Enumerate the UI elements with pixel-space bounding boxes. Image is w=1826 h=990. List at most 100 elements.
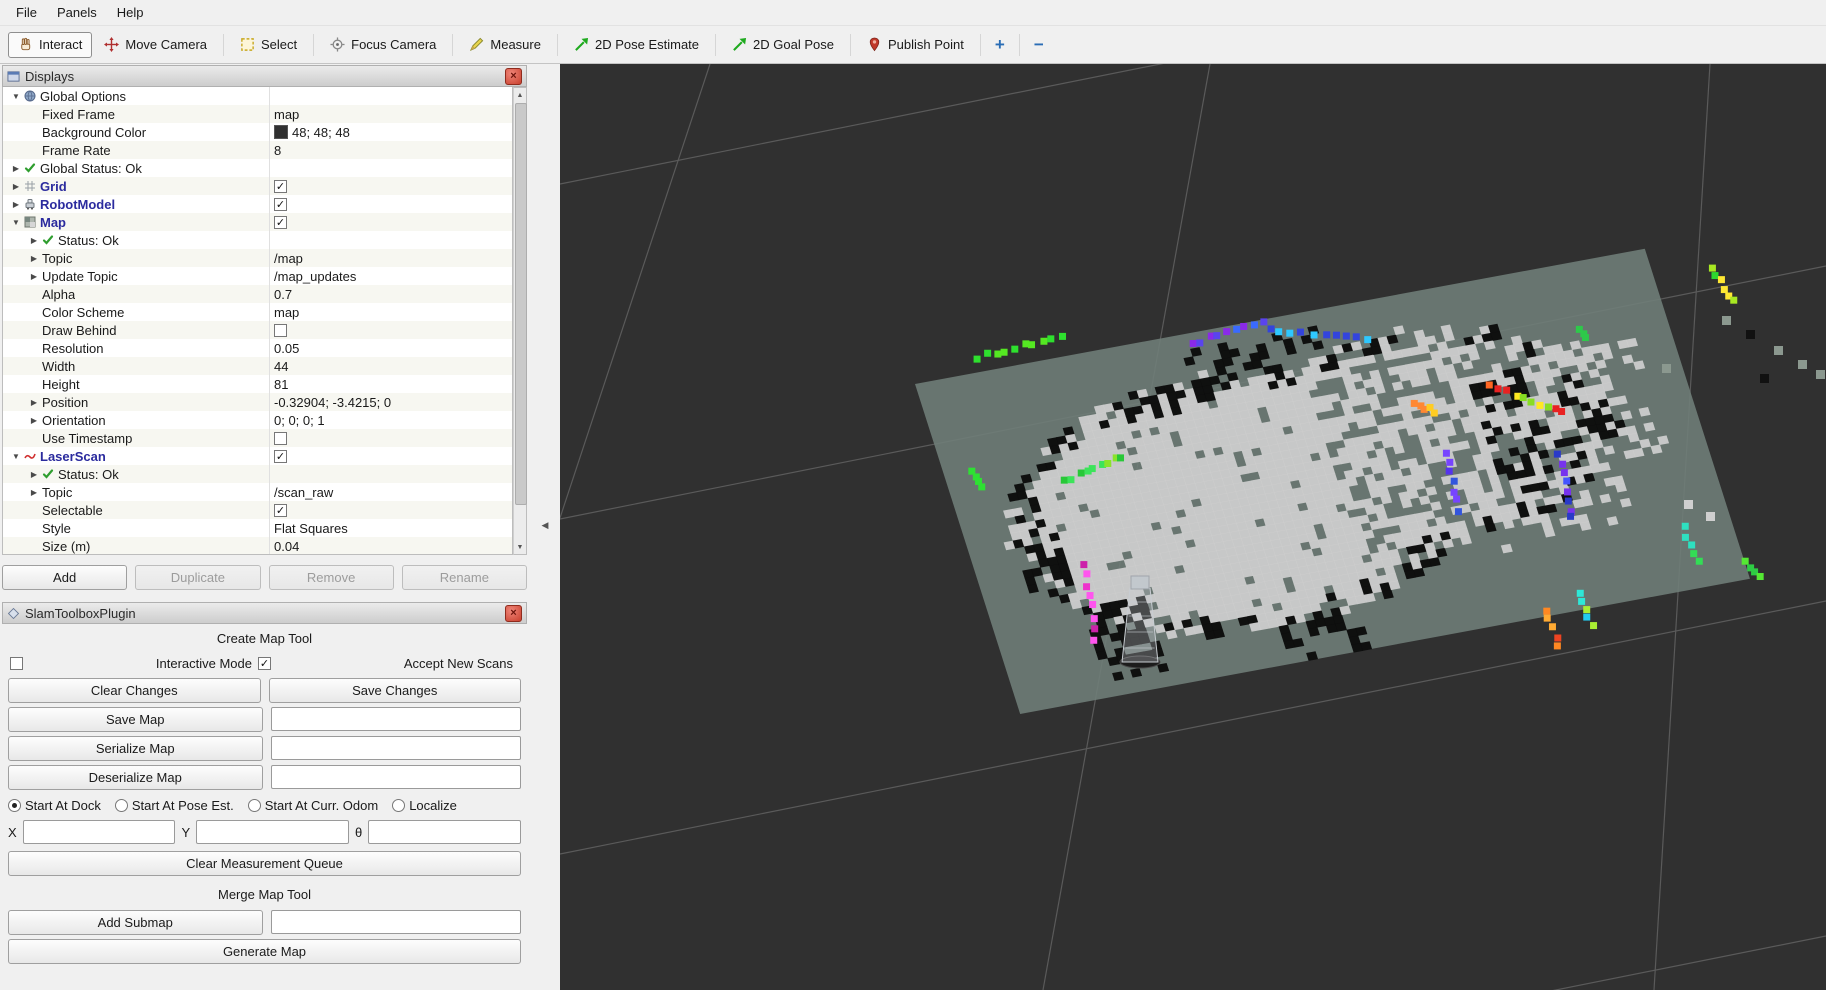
tree-row-topic[interactable]: ▶Topic/map [3, 249, 512, 267]
property-value[interactable]: 0; 0; 0; 1 [269, 411, 512, 429]
add-button[interactable]: Add [2, 565, 127, 590]
property-checkbox[interactable] [274, 432, 287, 445]
property-value[interactable]: 0.7 [269, 285, 512, 303]
property-value[interactable]: 44 [269, 357, 512, 375]
property-value[interactable]: 48; 48; 48 [269, 123, 512, 141]
tree-row-topic[interactable]: ▶Topic/scan_raw [3, 483, 512, 501]
deserialize-map-input[interactable] [271, 765, 522, 789]
scroll-down-icon[interactable]: ▼ [514, 540, 526, 554]
y-input[interactable] [196, 820, 349, 844]
accept-new-scans-checkbox[interactable] [258, 657, 271, 670]
save-map-input[interactable] [271, 707, 522, 731]
displays-title-bar[interactable]: Displays × [2, 65, 527, 87]
tree-row-laserscan[interactable]: ▼LaserScan [3, 447, 512, 465]
property-value[interactable]: 0.05 [269, 339, 512, 357]
tree-row-status-ok[interactable]: ▶Status: Ok [3, 231, 512, 249]
tree-row-robotmodel[interactable]: ▶RobotModel [3, 195, 512, 213]
rename-button[interactable]: Rename [402, 565, 527, 590]
expander-right-icon[interactable]: ▶ [8, 182, 24, 191]
property-checkbox[interactable] [274, 180, 287, 193]
tree-row-use-timestamp[interactable]: Use Timestamp [3, 429, 512, 447]
tree-row-global-options[interactable]: ▼Global Options [3, 87, 512, 105]
tree-row-background-color[interactable]: Background Color48; 48; 48 [3, 123, 512, 141]
property-value[interactable]: 0.04 [269, 537, 512, 555]
x-input[interactable] [23, 820, 176, 844]
tree-row-orientation[interactable]: ▶Orientation0; 0; 0; 1 [3, 411, 512, 429]
remove-tool-button[interactable]: − [1026, 32, 1052, 58]
property-value[interactable] [269, 501, 512, 519]
property-checkbox[interactable] [274, 198, 287, 211]
expander-right-icon[interactable]: ▶ [26, 254, 42, 263]
property-checkbox[interactable] [274, 450, 287, 463]
tree-row-map[interactable]: ▼Map [3, 213, 512, 231]
property-value[interactable]: /map_updates [269, 267, 512, 285]
property-value[interactable] [269, 231, 512, 249]
tree-row-global-status-ok[interactable]: ▶Global Status: Ok [3, 159, 512, 177]
tool-measure[interactable]: Measure [459, 32, 551, 58]
add-tool-button[interactable]: + [987, 32, 1013, 58]
tree-row-fixed-frame[interactable]: Fixed Framemap [3, 105, 512, 123]
add-submap-button[interactable]: Add Submap [8, 910, 263, 935]
property-value[interactable] [269, 447, 512, 465]
property-checkbox[interactable] [274, 216, 287, 229]
tool-publish-point[interactable]: Publish Point [857, 32, 974, 58]
property-checkbox[interactable] [274, 504, 287, 517]
displays-scrollbar[interactable]: ▲ ▼ [513, 87, 527, 555]
property-value[interactable]: /scan_raw [269, 483, 512, 501]
tree-row-status-ok[interactable]: ▶Status: Ok [3, 465, 512, 483]
radio-dot[interactable] [8, 799, 21, 812]
menu-item-help[interactable]: Help [107, 2, 154, 23]
scroll-up-icon[interactable]: ▲ [514, 88, 526, 102]
tree-row-alpha[interactable]: Alpha0.7 [3, 285, 512, 303]
tree-row-position[interactable]: ▶Position-0.32904; -3.4215; 0 [3, 393, 512, 411]
property-value[interactable] [269, 177, 512, 195]
property-value[interactable]: 8 [269, 141, 512, 159]
slam-title-bar[interactable]: SlamToolboxPlugin × [2, 602, 527, 624]
expander-right-icon[interactable]: ▶ [8, 164, 24, 173]
expander-down-icon[interactable]: ▼ [8, 218, 24, 227]
panel-collapse-handle[interactable]: ◀ [538, 514, 552, 536]
tree-row-grid[interactable]: ▶Grid [3, 177, 512, 195]
property-value[interactable] [269, 429, 512, 447]
expander-down-icon[interactable]: ▼ [8, 92, 24, 101]
property-value[interactable] [269, 213, 512, 231]
property-value[interactable]: 81 [269, 375, 512, 393]
save-map-button[interactable]: Save Map [8, 707, 263, 732]
tool-move-camera[interactable]: Move Camera [94, 32, 217, 58]
tree-row-frame-rate[interactable]: Frame Rate8 [3, 141, 512, 159]
radio-dot[interactable] [248, 799, 261, 812]
tree-row-size-m[interactable]: Size (m)0.04 [3, 537, 512, 555]
tree-row-style[interactable]: StyleFlat Squares [3, 519, 512, 537]
expander-down-icon[interactable]: ▼ [8, 452, 24, 461]
add-submap-input[interactable] [271, 910, 522, 934]
property-value[interactable] [269, 321, 512, 339]
menu-item-file[interactable]: File [6, 2, 47, 23]
tree-row-resolution[interactable]: Resolution0.05 [3, 339, 512, 357]
property-value[interactable] [269, 195, 512, 213]
menu-item-panels[interactable]: Panels [47, 2, 107, 23]
property-checkbox[interactable] [274, 324, 287, 337]
property-value[interactable]: map [269, 105, 512, 123]
tool-select[interactable]: Select [230, 32, 307, 58]
tree-row-selectable[interactable]: Selectable [3, 501, 512, 519]
expander-right-icon[interactable]: ▶ [26, 236, 42, 245]
generate-map-button[interactable]: Generate Map [8, 939, 521, 964]
tree-row-draw-behind[interactable]: Draw Behind [3, 321, 512, 339]
expander-right-icon[interactable]: ▶ [26, 488, 42, 497]
tree-row-update-topic[interactable]: ▶Update Topic/map_updates [3, 267, 512, 285]
duplicate-button[interactable]: Duplicate [135, 565, 260, 590]
tool-2d-goal-pose[interactable]: 2D Goal Pose [722, 32, 844, 58]
tree-row-height[interactable]: Height81 [3, 375, 512, 393]
radio-dot[interactable] [115, 799, 128, 812]
tree-row-width[interactable]: Width44 [3, 357, 512, 375]
expander-right-icon[interactable]: ▶ [26, 272, 42, 281]
property-value[interactable] [269, 465, 512, 483]
property-value[interactable]: /map [269, 249, 512, 267]
expander-right-icon[interactable]: ▶ [26, 470, 42, 479]
close-icon[interactable]: × [505, 605, 522, 622]
serialize-map-button[interactable]: Serialize Map [8, 736, 263, 761]
tool-focus-camera[interactable]: Focus Camera [320, 32, 446, 58]
property-value[interactable]: map [269, 303, 512, 321]
scroll-thumb[interactable] [515, 103, 527, 505]
property-value[interactable] [269, 159, 512, 177]
